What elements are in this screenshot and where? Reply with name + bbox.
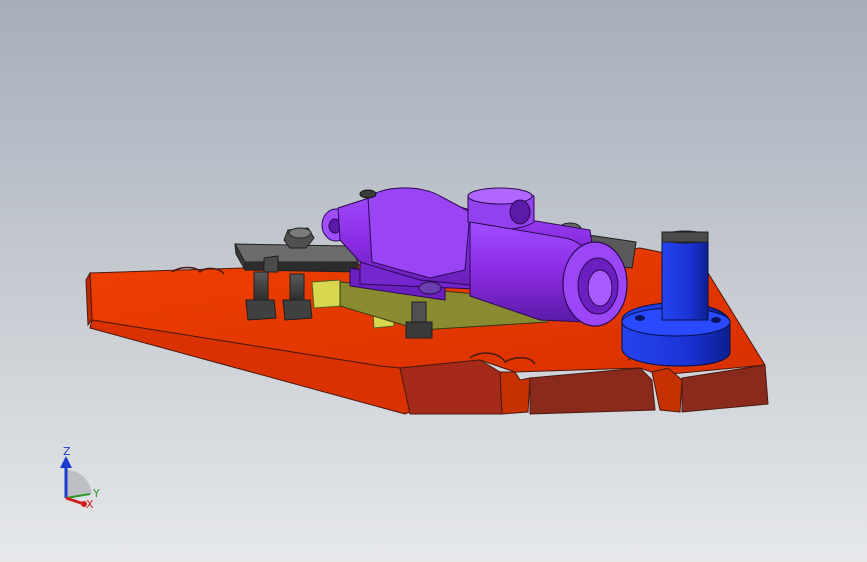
clamp-nut-top xyxy=(288,227,312,239)
base-plate-front-right-face xyxy=(399,359,503,415)
clamp-arm-side xyxy=(244,261,359,273)
clamp-post-right-nut xyxy=(282,299,313,321)
axis-x-label: X xyxy=(86,498,94,511)
base-plate-front-notch-2 xyxy=(651,367,683,413)
locator-pin-post xyxy=(661,235,709,321)
clamp-post-left-nut xyxy=(245,299,277,321)
axis-triad: Z Y X xyxy=(60,445,100,511)
front-bolt-nut xyxy=(405,321,433,339)
axis-z-label: Z xyxy=(63,445,71,458)
workpiece-screw-left xyxy=(359,189,377,199)
workpiece-screw-top xyxy=(418,281,442,295)
locator-pin-cap-band xyxy=(661,231,709,243)
base-plate-front-mid-face xyxy=(529,367,656,415)
clamp-post-small-top xyxy=(263,255,279,273)
3d-viewport[interactable]: Z Y X xyxy=(0,0,867,562)
support-block-left xyxy=(311,279,343,309)
base-plate-front-notch-1 xyxy=(499,371,531,415)
locator-pin-hole-2 xyxy=(711,317,721,323)
workpiece-upper-shell xyxy=(367,187,471,279)
workpiece-top-hole xyxy=(509,199,531,225)
clamp-post-right xyxy=(289,273,305,303)
front-bolt-shaft xyxy=(411,301,427,323)
workpiece-nozzle-bore-inner xyxy=(587,269,613,307)
fixture-assembly-model[interactable]: Z Y X xyxy=(0,0,867,562)
locator-pin-hole-1 xyxy=(635,315,645,321)
clamp-post-left xyxy=(253,271,269,303)
